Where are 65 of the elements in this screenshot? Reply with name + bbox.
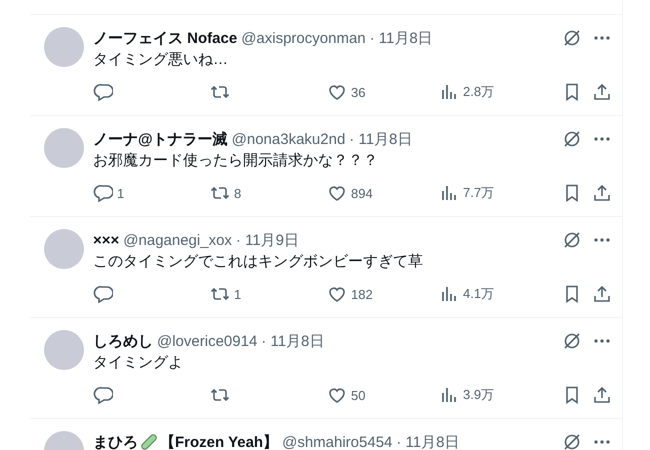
views-button[interactable]: 4.1万 [439, 284, 494, 304]
user-handle[interactable]: @shmahiro5454 [282, 434, 392, 450]
post-text: お邪魔カード使ったら開示請求かな？？？ [93, 151, 379, 171]
user-handle[interactable]: @loverice0914 [157, 332, 258, 350]
share-icon [592, 385, 612, 405]
slashed-circle-icon [562, 432, 582, 450]
grok-button[interactable] [562, 331, 582, 351]
post-date[interactable]: · 11月9日 [236, 230, 299, 250]
slashed-circle-icon [562, 230, 582, 250]
repost-button[interactable]: 1 [210, 284, 242, 304]
like-button[interactable]: 50 [327, 385, 366, 405]
grok-button[interactable] [562, 432, 582, 450]
like-button[interactable]: 894 [327, 183, 373, 203]
user-handle[interactable]: @axisprocyonman [241, 30, 366, 46]
post-text: タイミング悪いね… [93, 50, 229, 70]
reply-icon [93, 183, 113, 203]
reply-button[interactable] [93, 284, 113, 304]
reply-icon [93, 284, 113, 304]
display-name[interactable]: ノーフェイス Noface [93, 28, 238, 48]
grok-button[interactable] [562, 230, 582, 250]
share-icon [592, 183, 612, 203]
share-button[interactable] [592, 385, 612, 405]
like-button[interactable]: 182 [327, 284, 373, 304]
post-date[interactable]: · 11月8日 [261, 332, 324, 350]
repost-button[interactable]: 8 [210, 183, 242, 203]
more-icon [594, 238, 610, 242]
views-button[interactable]: 2.8万 [439, 82, 494, 102]
more-icon [594, 440, 610, 444]
display-name[interactable]: ××× [93, 232, 120, 248]
slashed-circle-icon [562, 331, 582, 351]
post-date[interactable]: · 11月8日 [349, 130, 412, 148]
display-name[interactable]: しろめし [93, 332, 153, 350]
slashed-circle-icon [562, 129, 582, 149]
more-icon [594, 137, 610, 141]
bar-chart-icon [439, 284, 459, 304]
slashed-circle-icon [562, 28, 582, 48]
user-handle[interactable]: @naganegi_xox [123, 232, 232, 248]
reply-icon [93, 385, 113, 405]
share-icon [592, 284, 612, 304]
views-button[interactable]: 3.9万 [439, 385, 494, 405]
bar-chart-icon [439, 385, 459, 405]
user-handle[interactable]: @nona3kaku2nd [232, 130, 346, 148]
more-icon [594, 339, 610, 343]
reply-icon [93, 82, 113, 102]
bar-chart-icon [439, 82, 459, 102]
reply-button[interactable] [93, 385, 113, 405]
share-button[interactable] [592, 284, 612, 304]
post-text: タイミングよ [93, 353, 184, 373]
more-icon [594, 36, 610, 40]
views-button[interactable]: 7.7万 [439, 183, 494, 203]
grok-button[interactable] [562, 28, 582, 48]
post-text: このタイミングでこれはキングボンビーすぎて草 [93, 252, 424, 272]
reply-button[interactable]: 1 [93, 183, 124, 203]
bar-chart-icon [439, 183, 459, 203]
display-name-suffix[interactable]: 【Frozen Yeah】 [160, 432, 278, 450]
display-name[interactable]: まひろ [93, 432, 138, 450]
post-date[interactable]: · 11月8日 [370, 28, 433, 48]
like-button[interactable]: 36 [327, 82, 366, 102]
post-date[interactable]: · 11月8日 [396, 432, 460, 450]
reply-button[interactable] [93, 82, 113, 102]
share-button[interactable] [592, 183, 612, 203]
share-button[interactable] [592, 82, 612, 102]
share-icon [592, 82, 612, 102]
display-name[interactable]: ノーナ@トナラー滅 [93, 130, 228, 148]
grok-button[interactable] [562, 129, 582, 149]
